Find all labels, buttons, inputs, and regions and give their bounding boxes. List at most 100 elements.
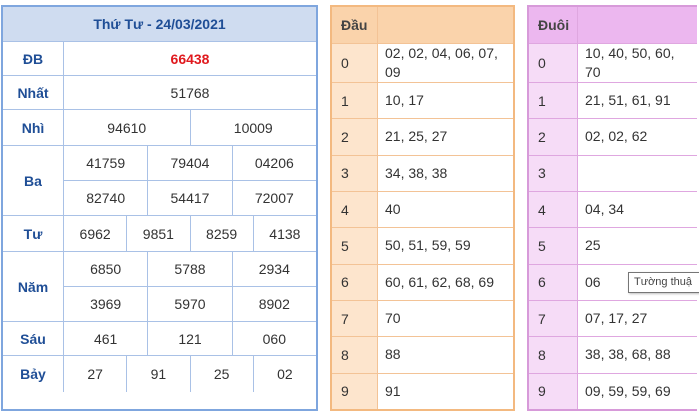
loto-tail-row: 9 09, 59, 59, 69 — [529, 373, 697, 409]
loto-tail-values: 38, 38, 68, 88 — [585, 346, 671, 363]
prize-number: 3969 — [90, 296, 122, 312]
loto-head-row: 7 70 — [332, 300, 513, 338]
special-prize-number: 66438 — [170, 50, 210, 67]
loto-head-values: 02, 02, 04, 06, 07, 09 — [385, 45, 498, 80]
prize-number: 91 — [126, 356, 189, 392]
loto-tail-header-label: Đuôi — [529, 7, 578, 43]
prize-name: Nhì — [3, 110, 64, 145]
loto-tail-digit: 5 — [529, 228, 578, 264]
prize-number: 72007 — [231, 181, 316, 215]
loto-tail-table: Đuôi 0 10, 40, 50, 60, 70 1 21, 51, 61, 91 2… — [527, 5, 697, 411]
loto-tail-digit: 0 — [529, 44, 578, 82]
loto-tail-values: 02, 02, 62 — [585, 128, 648, 145]
prize-row: ĐB 66438 — [3, 42, 316, 76]
prize-row: Sáu 461 121 060 — [3, 322, 316, 356]
prize-number: 060 — [231, 322, 316, 355]
loto-head-digit: 0 — [332, 44, 378, 82]
loto-head-values: 21, 25, 27 — [385, 128, 448, 145]
loto-tail-row: 3 — [529, 155, 697, 192]
loto-tail-values: 21, 51, 61, 91 — [585, 92, 671, 109]
loto-head-table: Đầu 0 02, 02, 04, 06, 07, 09 1 10, 17 2 21, 2… — [330, 5, 515, 411]
prize-number: 8902 — [231, 287, 316, 321]
loto-tail-digit: 9 — [529, 373, 578, 409]
prize-number: 41759 — [86, 155, 126, 171]
prize-number: 10009 — [189, 110, 317, 145]
loto-tail-row: 2 02, 02, 62 — [529, 119, 697, 156]
loto-head-row: 8 88 — [332, 337, 513, 374]
loto-tail-row: 5 25 — [529, 228, 697, 265]
loto-tail-row: 1 21, 51, 61, 91 — [529, 83, 697, 120]
loto-head-values: 50, 51, 59, 59 — [385, 237, 471, 254]
loto-tail-header: Đuôi — [529, 7, 697, 44]
loto-tail-values: 07, 17, 27 — [585, 310, 648, 327]
prize-number: 04206 — [231, 146, 316, 180]
prize-number: 6850 — [90, 261, 122, 277]
loto-head-values: 70 — [385, 310, 401, 327]
prize-number: 121 — [147, 322, 231, 355]
prize-number: 2934 — [231, 252, 316, 286]
loto-tail-digit: 8 — [529, 337, 578, 373]
prize-number: 5970 — [147, 287, 231, 321]
loto-tail-digit: 6 — [529, 264, 578, 300]
loto-tail-values: 10, 40, 50, 60, 70 — [585, 45, 675, 80]
prize-number: 54417 — [147, 181, 231, 215]
prize-number: 94610 — [107, 119, 147, 136]
loto-tail-digit: 4 — [529, 191, 578, 228]
prize-number: 51768 — [170, 84, 210, 101]
loto-head-row: 0 02, 02, 04, 06, 07, 09 — [332, 44, 513, 83]
prize-number: 9851 — [126, 216, 189, 251]
results-title: Thứ Tư - 24/03/2021 — [3, 7, 316, 42]
prize-row: Nhất 51768 — [3, 76, 316, 110]
prize-number: 02 — [252, 356, 316, 392]
loto-tail-digit: 1 — [529, 83, 578, 119]
loto-head-digit: 5 — [332, 228, 378, 264]
prize-number: 6962 — [79, 225, 111, 242]
prize-number: 5788 — [147, 252, 231, 286]
loto-tail-values: 25 — [585, 237, 601, 254]
loto-tail-digit: 2 — [529, 119, 578, 155]
prize-name: Tư — [3, 216, 64, 251]
loto-head-row: 9 91 — [332, 373, 513, 409]
loto-head-values: 40 — [385, 201, 401, 218]
loto-tail-values — [578, 156, 697, 191]
prize-number: 27 — [87, 366, 103, 382]
loto-head-header-label: Đầu — [332, 7, 378, 43]
loto-head-values: 10, 17 — [385, 92, 424, 109]
loto-head-values: 34, 38, 38 — [385, 164, 448, 181]
loto-head-row: 4 40 — [332, 191, 513, 229]
loto-tail-digit: 3 — [529, 155, 578, 191]
prize-number: 4138 — [252, 216, 316, 251]
results-table: Thứ Tư - 24/03/2021 ĐB 66438 Nhất 51768 Nhì 9… — [1, 5, 318, 411]
loto-head-row: 2 21, 25, 27 — [332, 119, 513, 156]
loto-head-digit: 4 — [332, 191, 378, 228]
prize-name: ĐB — [3, 42, 64, 75]
prize-number: 79404 — [147, 146, 231, 180]
loto-head-row: 3 34, 38, 38 — [332, 155, 513, 192]
loto-head-row: 1 10, 17 — [332, 83, 513, 120]
prize-row: Bảy 27 91 25 02 — [3, 356, 316, 392]
loto-head-header: Đầu — [332, 7, 513, 44]
prize-row: Năm 6850 5788 2934 3969 5970 8902 — [3, 252, 316, 322]
loto-tail-row: 0 10, 40, 50, 60, 70 — [529, 44, 697, 83]
loto-tail-values: 09, 59, 59, 69 — [585, 382, 671, 399]
prize-name: Ba — [3, 146, 64, 215]
loto-head-row: 5 50, 51, 59, 59 — [332, 228, 513, 265]
loto-head-digit: 6 — [332, 264, 378, 300]
loto-head-digit: 1 — [332, 83, 378, 119]
tooltip: Tường thuậ — [628, 272, 699, 293]
prize-row: Ba 41759 79404 04206 82740 54417 72007 — [3, 146, 316, 216]
loto-tail-row: 7 07, 17, 27 — [529, 300, 697, 338]
prize-number: 461 — [93, 330, 118, 347]
prize-name: Bảy — [3, 356, 64, 392]
prize-number: 25 — [189, 356, 253, 392]
loto-tail-row: 8 38, 38, 68, 88 — [529, 337, 697, 374]
prize-name: Nhất — [3, 76, 64, 109]
prize-name: Năm — [3, 252, 64, 321]
prize-row: Tư 6962 9851 8259 4138 — [3, 216, 316, 252]
loto-tail-row: 4 04, 34 — [529, 191, 697, 229]
loto-head-digit: 2 — [332, 119, 378, 155]
loto-head-values: 88 — [385, 346, 401, 363]
prize-row: Nhì 94610 10009 — [3, 110, 316, 146]
loto-tail-digit: 7 — [529, 300, 578, 337]
prize-number: 82740 — [86, 190, 126, 206]
